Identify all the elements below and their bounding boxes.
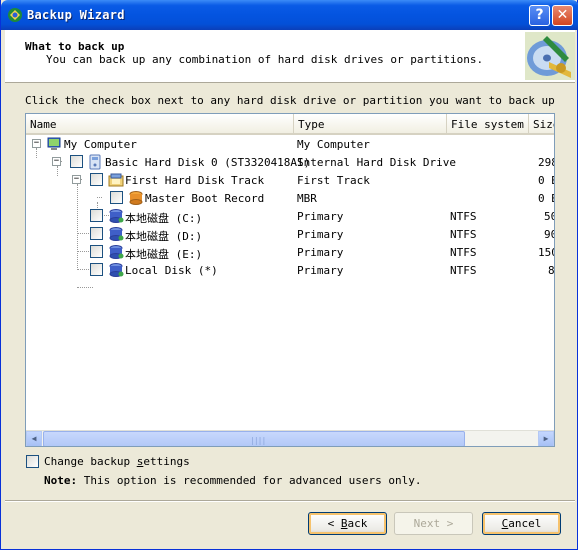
backup-wizard-window: Backup Wizard ? ✕ What to back up You ca…: [0, 0, 578, 550]
button-separator: [5, 500, 575, 502]
note-text: This option is recommended for advanced …: [77, 474, 422, 487]
page-subtitle: You can back up any combination of hard …: [46, 53, 484, 66]
column-header-name[interactable]: Name: [26, 114, 294, 135]
list-item[interactable]: 本地磁盘 (E:) Primary NTFS 150: [26, 243, 554, 261]
row-name: 本地磁盘 (E:): [125, 248, 203, 261]
page-title: What to back up: [25, 40, 125, 53]
row-name: 本地磁盘 (C:): [125, 212, 203, 225]
back-accel: B: [340, 517, 348, 530]
horizontal-scrollbar[interactable]: ◀ |||| ▶: [26, 430, 554, 446]
computer-icon: [47, 137, 61, 150]
row-type: Primary: [297, 264, 344, 277]
row-size: 8: [548, 264, 555, 277]
title-bar[interactable]: Backup Wizard ? ✕: [1, 0, 578, 30]
row-type: First Track: [297, 174, 370, 187]
column-header-type[interactable]: Type: [294, 114, 447, 135]
advanced-note: Note: This option is recommended for adv…: [44, 474, 422, 487]
row-file-system: NTFS: [450, 246, 477, 259]
next-button[interactable]: Next >: [394, 512, 473, 535]
collapse-toggle-icon[interactable]: −: [52, 157, 61, 166]
row-name: First Hard Disk Track: [125, 174, 265, 187]
back-button[interactable]: < Back: [308, 512, 387, 535]
track-checkbox[interactable]: [90, 173, 103, 186]
row-name: Local Disk (*): [125, 264, 218, 277]
row-name: Master Boot Record: [145, 192, 265, 205]
partition-checkbox[interactable]: [90, 209, 103, 222]
mbr-checkbox[interactable]: [110, 191, 123, 204]
row-size: 0 By: [538, 192, 554, 205]
disk-checkbox[interactable]: [70, 155, 83, 168]
row-name: My Computer: [64, 138, 137, 151]
list-item[interactable]: − Basic Hard Disk 0 (ST3320418AS) Intern…: [26, 153, 554, 171]
option-label-post: ettings: [143, 455, 190, 468]
row-type: Primary: [297, 228, 344, 241]
back-rest: ack: [347, 517, 368, 530]
collapse-toggle-icon[interactable]: −: [32, 139, 41, 148]
list-item[interactable]: Local Disk (*) Primary NTFS 8: [26, 261, 554, 279]
list-item[interactable]: 本地磁盘 (D:) Primary NTFS 90: [26, 225, 554, 243]
partition-icon: [109, 245, 124, 259]
row-name: 本地磁盘 (D:): [125, 230, 203, 243]
partition-icon: [109, 263, 124, 277]
app-icon: [8, 8, 22, 22]
back-prefix: <: [327, 517, 341, 530]
list-item[interactable]: Master Boot Record MBR 0 By: [26, 189, 554, 207]
row-type: Internal Hard Disk Drive: [297, 156, 456, 169]
scrollbar-thumb[interactable]: ||||: [43, 431, 465, 446]
partition-checkbox[interactable]: [90, 245, 103, 258]
row-type: MBR: [297, 192, 317, 205]
close-button[interactable]: ✕: [552, 5, 573, 26]
help-button[interactable]: ?: [529, 5, 550, 26]
list-item[interactable]: − First Hard Disk Track First Track 0 By: [26, 171, 554, 189]
option-label-pre: Change backup: [44, 455, 137, 468]
row-file-system: NTFS: [450, 210, 477, 223]
scroll-right-arrow-icon[interactable]: ▶: [538, 431, 554, 446]
partition-checkbox[interactable]: [90, 227, 103, 240]
change-backup-settings-label[interactable]: Change backup settings: [44, 455, 190, 468]
instruction-text: Click the check box next to any hard dis…: [25, 94, 555, 107]
change-backup-settings-checkbox[interactable]: [26, 455, 39, 468]
row-size: 298: [538, 156, 554, 169]
cancel-rest: ancel: [508, 517, 542, 530]
window-title: Backup Wizard: [27, 8, 125, 22]
column-header-file-system[interactable]: File system: [447, 114, 529, 135]
partition-icon: [109, 227, 124, 241]
hard-disk-icon: [89, 154, 101, 170]
disk-list[interactable]: Name Type File system Size − My Computer…: [25, 113, 555, 447]
partition-checkbox[interactable]: [90, 263, 103, 276]
mbr-icon: [129, 191, 143, 205]
column-header-size[interactable]: Size: [529, 114, 554, 135]
partition-icon: [109, 209, 124, 223]
row-size: 150: [538, 246, 554, 259]
row-size: 50: [544, 210, 554, 223]
cancel-button[interactable]: Cancel: [482, 512, 561, 535]
row-type: Primary: [297, 246, 344, 259]
scroll-left-arrow-icon[interactable]: ◀: [26, 431, 42, 446]
row-file-system: NTFS: [450, 228, 477, 241]
row-name: Basic Hard Disk 0 (ST3320418AS): [105, 156, 311, 169]
list-item[interactable]: 本地磁盘 (C:) Primary NTFS 50: [26, 207, 554, 225]
track-icon: [108, 173, 124, 187]
wizard-header: What to back up You can back up any comb…: [5, 30, 575, 83]
scrollbar-grip-icon: ||||: [250, 436, 266, 445]
collapse-toggle-icon[interactable]: −: [72, 175, 81, 184]
note-label: Note:: [44, 474, 78, 487]
row-size: 90: [544, 228, 554, 241]
row-type: Primary: [297, 210, 344, 223]
row-size: 0 By: [538, 174, 554, 187]
list-item[interactable]: − My Computer My Computer: [26, 135, 554, 153]
row-type: My Computer: [297, 138, 370, 151]
row-file-system: NTFS: [450, 264, 477, 277]
backup-disk-graphic-icon: [525, 32, 575, 80]
